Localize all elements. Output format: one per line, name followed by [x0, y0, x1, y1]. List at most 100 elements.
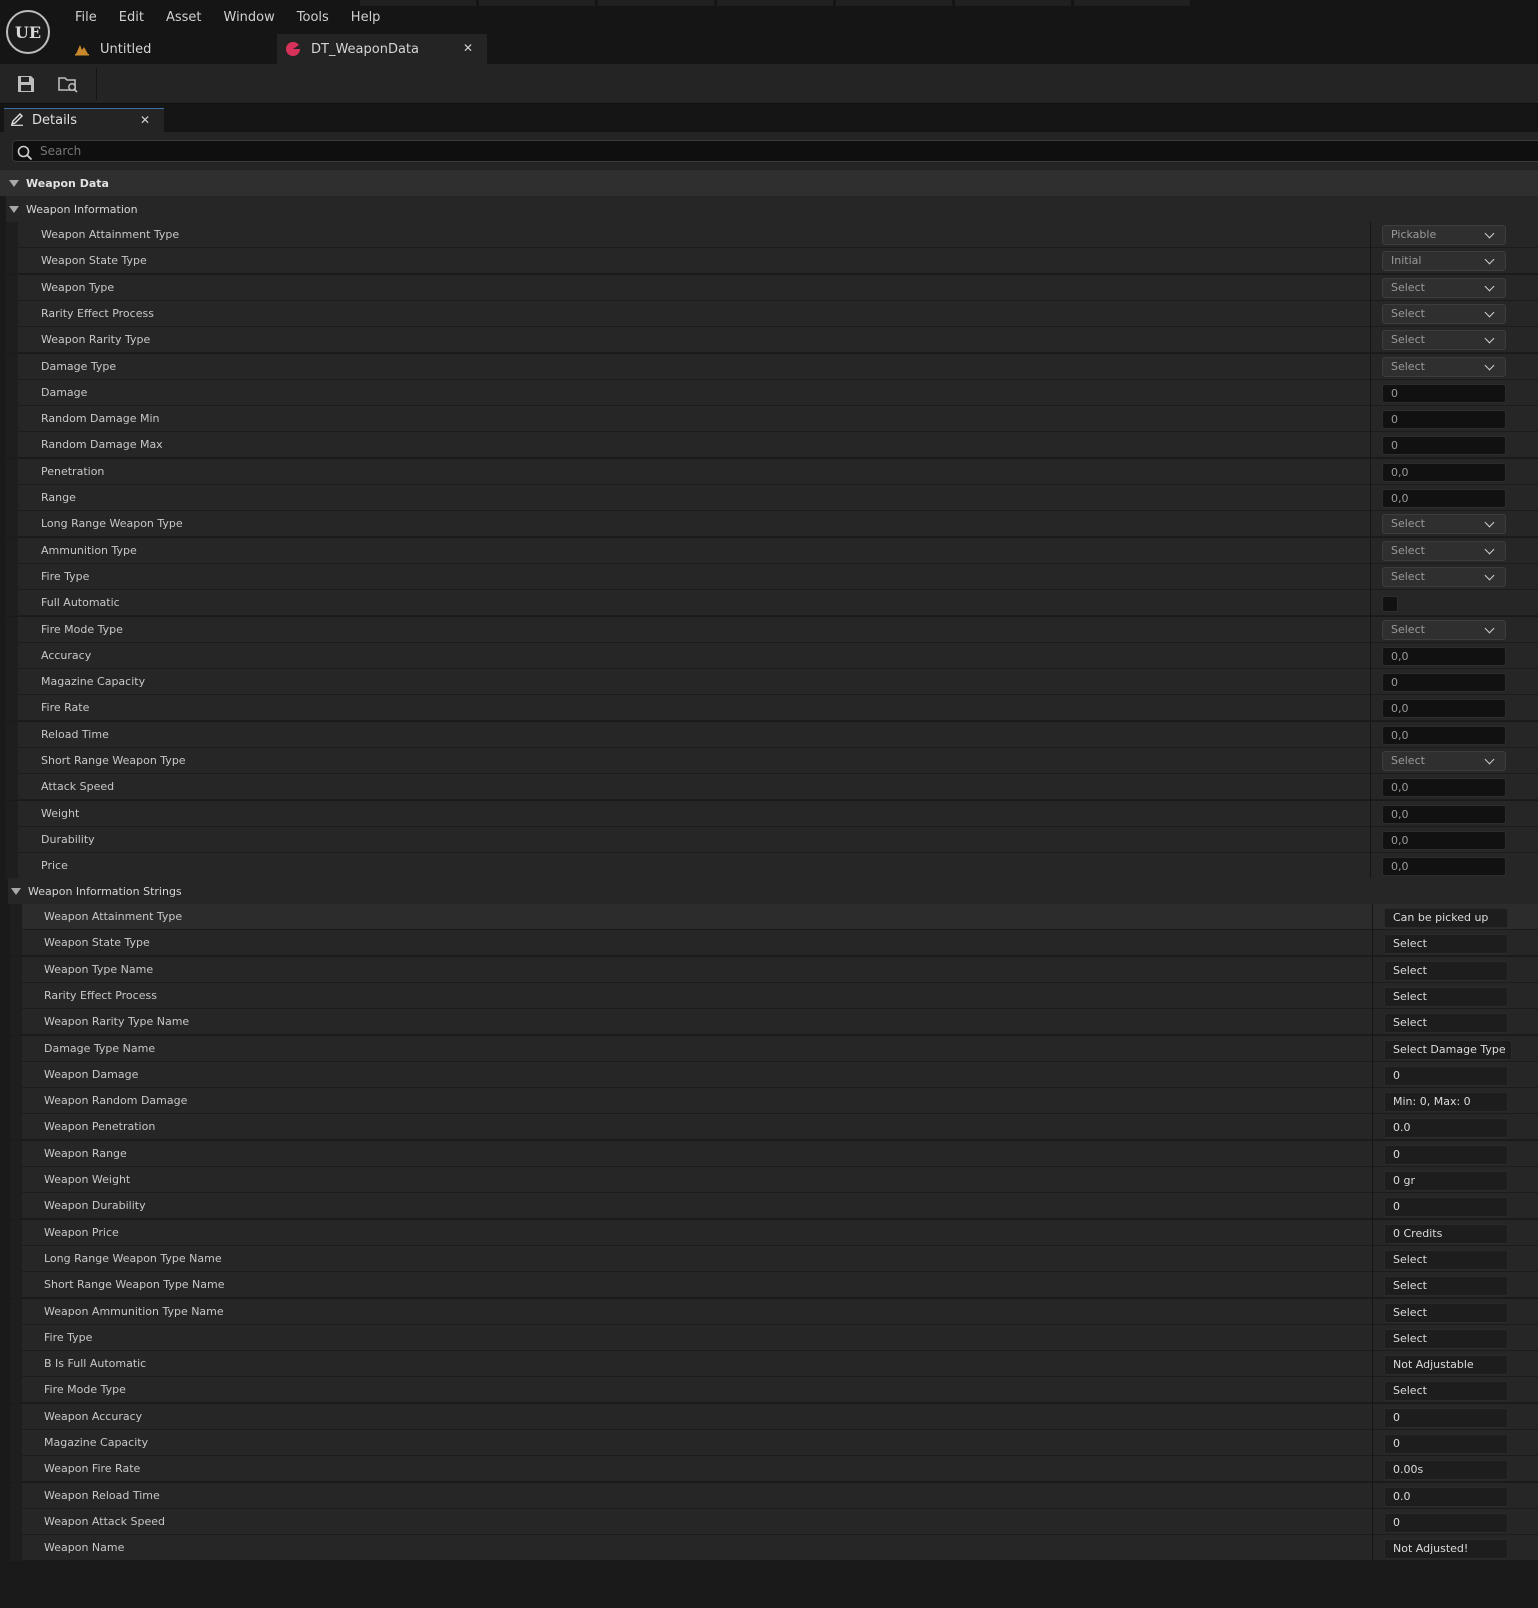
- numeric-input[interactable]: 0,0: [1382, 647, 1506, 666]
- property-label: Weapon Attainment Type: [44, 910, 183, 923]
- chevron-down-icon: [1484, 333, 1495, 344]
- text-input[interactable]: 0.00s: [1384, 1460, 1508, 1480]
- text-input[interactable]: Not Adjustable: [1384, 1355, 1508, 1375]
- menu-file[interactable]: File: [64, 8, 108, 27]
- text-input[interactable]: Can be picked up: [1384, 908, 1508, 928]
- category-weapon-information-strings[interactable]: Weapon Information Strings: [8, 878, 1538, 904]
- chevron-down-icon: [1484, 623, 1495, 634]
- text-input[interactable]: Min: 0, Max: 0: [1384, 1092, 1508, 1112]
- menu-edit[interactable]: Edit: [108, 8, 155, 27]
- text-input[interactable]: 0: [1384, 1513, 1508, 1533]
- text-input[interactable]: Select: [1384, 1303, 1508, 1323]
- text-input[interactable]: Select: [1384, 934, 1508, 954]
- property-row: Magazine Capacity 0: [6, 669, 1538, 695]
- enum-dropdown[interactable]: Initial: [1382, 251, 1506, 271]
- indent-bar: [10, 930, 22, 956]
- column-divider: [1370, 643, 1371, 669]
- text-input[interactable]: Not Adjusted!: [1384, 1539, 1508, 1559]
- tab-dt-weapondata[interactable]: DT_WeaponData ✕: [277, 34, 487, 64]
- numeric-input[interactable]: 0,0: [1382, 778, 1506, 797]
- details-close-icon[interactable]: ✕: [140, 113, 150, 127]
- indent-bar: [10, 1062, 22, 1088]
- tab-close-icon[interactable]: ✕: [463, 41, 473, 55]
- column-divider: [1372, 904, 1373, 930]
- property-row: Penetration 0,0: [6, 459, 1538, 485]
- numeric-input[interactable]: 0: [1382, 410, 1506, 429]
- enum-dropdown[interactable]: Select: [1382, 304, 1506, 324]
- tab-details[interactable]: Details ✕: [4, 108, 164, 132]
- property-row: Fire Mode Type Select: [6, 617, 1538, 643]
- text-input[interactable]: Select: [1384, 961, 1508, 981]
- numeric-input[interactable]: 0,0: [1382, 831, 1506, 850]
- text-input[interactable]: Select: [1384, 1381, 1508, 1401]
- property-label: Weapon Accuracy: [44, 1410, 143, 1423]
- text-input[interactable]: Select: [1384, 1250, 1508, 1270]
- enum-dropdown[interactable]: Select: [1382, 514, 1506, 534]
- numeric-input[interactable]: 0,0: [1382, 699, 1506, 718]
- browse-icon[interactable]: [56, 72, 80, 96]
- text-input[interactable]: 0.0: [1384, 1118, 1508, 1138]
- indent-bar: [6, 801, 18, 827]
- indent-bar: [10, 1351, 22, 1377]
- numeric-input[interactable]: 0,0: [1382, 726, 1506, 745]
- enum-dropdown[interactable]: Select: [1382, 330, 1506, 350]
- text-input[interactable]: Select: [1384, 1013, 1508, 1033]
- collapse-arrow-icon[interactable]: [9, 205, 19, 213]
- enum-dropdown[interactable]: Select: [1382, 620, 1506, 640]
- text-input[interactable]: Select: [1384, 1276, 1508, 1296]
- enum-dropdown[interactable]: Select: [1382, 278, 1506, 298]
- numeric-input[interactable]: 0,0: [1382, 489, 1506, 508]
- search-input[interactable]: [12, 140, 1538, 162]
- text-input[interactable]: 0: [1384, 1408, 1508, 1428]
- text-input[interactable]: 0.0: [1384, 1487, 1508, 1507]
- text-input[interactable]: 0: [1384, 1197, 1508, 1217]
- collapse-arrow-icon[interactable]: [9, 179, 19, 187]
- indent-bar: [10, 1141, 22, 1167]
- menu-help[interactable]: Help: [340, 8, 392, 27]
- menu-window[interactable]: Window: [213, 8, 286, 27]
- chevron-down-icon: [1484, 307, 1495, 318]
- checkbox[interactable]: [1382, 596, 1398, 612]
- numeric-input[interactable]: 0,0: [1382, 805, 1506, 824]
- text-input[interactable]: Select Damage Type: [1384, 1040, 1512, 1060]
- property-label: Fire Mode Type: [44, 1383, 126, 1396]
- property-label: Weapon Rarity Type Name: [44, 1015, 190, 1028]
- text-input[interactable]: Select: [1384, 987, 1508, 1007]
- text-input[interactable]: Select: [1384, 1329, 1508, 1349]
- numeric-input[interactable]: 0: [1382, 673, 1506, 692]
- indent-bar: [10, 1272, 22, 1298]
- column-divider: [1372, 1088, 1373, 1114]
- text-input[interactable]: 0: [1384, 1066, 1508, 1086]
- category-weapon-data[interactable]: Weapon Data: [0, 170, 1538, 196]
- property-row: Weapon Durability 0: [10, 1193, 1538, 1219]
- enum-dropdown[interactable]: Select: [1382, 567, 1506, 587]
- numeric-input[interactable]: 0,0: [1382, 857, 1506, 876]
- numeric-input[interactable]: 0,0: [1382, 463, 1506, 482]
- property-row: Fire Type Select: [10, 1325, 1538, 1351]
- menu-asset[interactable]: Asset: [155, 8, 213, 27]
- text-input[interactable]: 0 gr: [1384, 1171, 1508, 1191]
- enum-dropdown[interactable]: Pickable: [1382, 225, 1506, 245]
- tab-untitled[interactable]: Untitled: [70, 34, 270, 64]
- save-icon[interactable]: [14, 72, 38, 96]
- text-input[interactable]: 0 Credits: [1384, 1224, 1508, 1244]
- column-divider: [1370, 590, 1371, 616]
- enum-dropdown[interactable]: Select: [1382, 357, 1506, 377]
- property-row: Rarity Effect Process Select: [10, 983, 1538, 1009]
- category-weapon-information[interactable]: Weapon Information: [6, 196, 1538, 222]
- dropdown-value: Select: [1391, 307, 1425, 320]
- text-input[interactable]: 0: [1384, 1145, 1508, 1165]
- numeric-input[interactable]: 0: [1382, 436, 1506, 455]
- text-input[interactable]: 0: [1384, 1434, 1508, 1454]
- menu-tools[interactable]: Tools: [286, 8, 340, 27]
- collapse-arrow-icon[interactable]: [11, 887, 21, 895]
- indent-bar: [10, 1535, 22, 1561]
- property-label: Weapon Ammunition Type Name: [44, 1305, 224, 1318]
- property-label: Damage Type: [41, 360, 117, 373]
- enum-dropdown[interactable]: Select: [1382, 541, 1506, 561]
- column-divider: [1370, 327, 1371, 353]
- enum-dropdown[interactable]: Select: [1382, 751, 1506, 771]
- numeric-input[interactable]: 0: [1382, 384, 1506, 403]
- property-row: Weapon Fire Rate 0.00s: [10, 1456, 1538, 1482]
- unreal-logo-icon[interactable]: UE: [6, 10, 50, 54]
